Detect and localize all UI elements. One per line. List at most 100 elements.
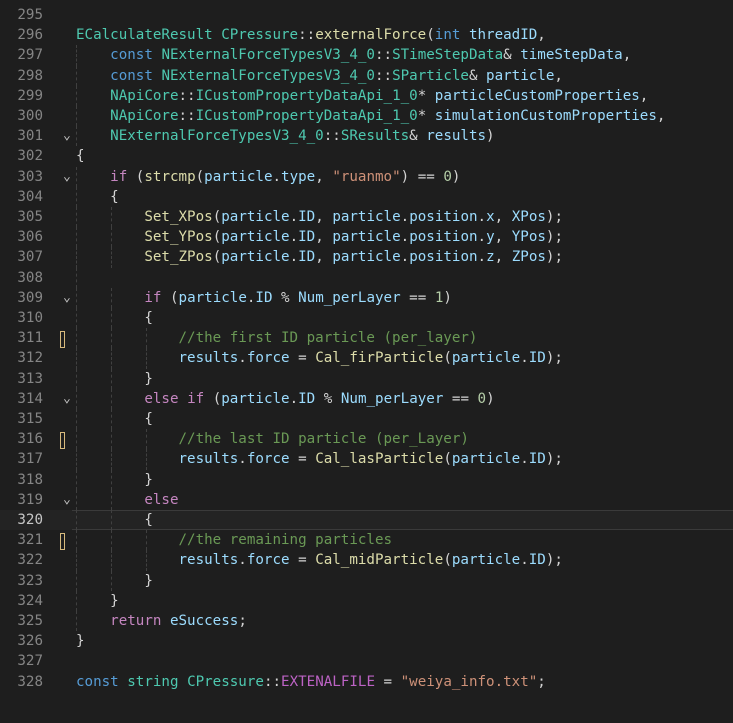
code-line[interactable]: 296 ECalculateResult CPressure::externalF…	[0, 25, 733, 45]
code-text[interactable]: NApiCore::ICustomPropertyDataApi_1_0* pa…	[76, 86, 648, 106]
code-text[interactable]: NApiCore::ICustomPropertyDataApi_1_0* si…	[76, 106, 665, 126]
code-token: NApiCore	[110, 87, 179, 104]
code-token: const	[76, 673, 119, 690]
code-line[interactable]: 316 //the last ID particle (per_Layer)	[0, 429, 733, 450]
chevron-down-icon[interactable]: ⌄	[63, 167, 71, 187]
code-line[interactable]: 326}	[0, 631, 733, 651]
code-line[interactable]: 297 const NExternalForceTypesV3_4_0::STi…	[0, 45, 733, 66]
chevron-down-icon[interactable]: ⌄	[63, 389, 71, 409]
code-line[interactable]: 305 Set_XPos(particle.ID, particle.posit…	[0, 207, 733, 228]
code-text[interactable]: Set_YPos(particle.ID, particle.position.…	[76, 227, 563, 247]
code-text[interactable]: if (strcmp(particle.type, "ruanmo") == 0…	[76, 167, 460, 187]
code-line[interactable]: 327	[0, 651, 733, 671]
code-text[interactable]: results.force = Cal_midParticle(particle…	[76, 550, 563, 570]
code-text[interactable]: const string CPressure::EXTENALFILE = "w…	[76, 672, 546, 692]
code-line[interactable]: 328 const string CPressure::EXTENALFILE =…	[0, 672, 733, 692]
code-text[interactable]: NExternalForceTypesV3_4_0::SResults& res…	[76, 126, 495, 146]
code-line[interactable]: 309 ⌄ if (particle.ID % Num_perLayer == 1…	[0, 287, 733, 308]
code-line[interactable]: 299 NApiCore::ICustomPropertyDataApi_1_0…	[0, 85, 733, 106]
code-token: 0	[477, 390, 487, 407]
modified-line-marker[interactable]	[60, 331, 65, 349]
modified-line-marker[interactable]	[60, 432, 65, 450]
code-text[interactable]: const NExternalForceTypesV3_4_0::SPartic…	[76, 66, 563, 86]
code-token: )	[486, 128, 495, 145]
code-text[interactable]: }	[76, 631, 85, 651]
code-line[interactable]: 311 //the first ID particle (per_layer)	[0, 328, 733, 349]
code-text[interactable]: results.force = Cal_firParticle(particle…	[76, 348, 563, 368]
code-text[interactable]: if (particle.ID % Num_perLayer == 1)	[76, 288, 452, 308]
code-line[interactable]: 312 results.force = Cal_firParticle(part…	[0, 348, 733, 369]
line-number: 308	[17, 269, 43, 286]
code-token: }	[76, 592, 119, 609]
code-text[interactable]: //the last ID particle (per_Layer)	[76, 429, 469, 449]
code-line[interactable]: 298 const NExternalForceTypesV3_4_0::SPa…	[0, 65, 733, 86]
code-line[interactable]: 323 }	[0, 570, 733, 591]
code-token: {	[76, 148, 85, 165]
code-token: particle	[332, 209, 401, 225]
code-editor[interactable]: 295 296 ECalculateResult CPressure::extern…	[0, 0, 733, 723]
code-line[interactable]: 322 results.force = Cal_midParticle(part…	[0, 550, 733, 571]
code-text[interactable]: const NExternalForceTypesV3_4_0::STimeSt…	[76, 45, 631, 65]
code-line[interactable]: 310 {	[0, 308, 733, 329]
code-text[interactable]: return eSuccess;	[76, 611, 247, 631]
code-line[interactable]: 314 ⌄ else if (particle.ID % Num_perLayer…	[0, 388, 733, 409]
code-text[interactable]: }	[76, 470, 153, 490]
code-token: //the first ID particle (per_layer)	[178, 330, 478, 347]
code-line[interactable]: 300 NApiCore::ICustomPropertyDataApi_1_0…	[0, 106, 733, 127]
modified-line-marker[interactable]	[60, 533, 65, 551]
code-line[interactable]: 302 {	[0, 146, 733, 166]
code-text[interactable]: Set_ZPos(particle.ID, particle.position.…	[76, 247, 563, 267]
code-line[interactable]: 317 results.force = Cal_lasParticle(part…	[0, 449, 733, 470]
code-token: %	[315, 390, 341, 407]
code-text[interactable]: {	[76, 510, 153, 530]
code-line[interactable]: 318 }	[0, 469, 733, 490]
code-line[interactable]: 320 {	[0, 510, 733, 531]
code-text[interactable]: {	[76, 409, 153, 429]
code-line[interactable]: 324 }	[0, 590, 733, 611]
code-line[interactable]: 306 Set_YPos(particle.ID, particle.posit…	[0, 227, 733, 248]
code-text[interactable]: else	[76, 490, 178, 510]
code-text[interactable]: }	[76, 369, 153, 389]
code-line[interactable]: 313 }	[0, 368, 733, 389]
code-text[interactable]: results.force = Cal_lasParticle(particle…	[76, 449, 563, 469]
code-line[interactable]: 301 ⌄ NExternalForceTypesV3_4_0::SResults…	[0, 126, 733, 147]
code-text[interactable]: Set_XPos(particle.ID, particle.position.…	[76, 207, 563, 227]
code-line[interactable]: 304 {	[0, 186, 733, 207]
code-token: (	[443, 350, 452, 367]
code-token: .	[520, 451, 529, 468]
code-token: ICustomPropertyDataApi_1_0	[195, 87, 418, 104]
code-text[interactable]: else if (particle.ID % Num_perLayer == 0…	[76, 389, 494, 409]
code-line[interactable]: 303 ⌄ if (strcmp(particle.type, "ruanmo")…	[0, 166, 733, 187]
code-line[interactable]: 308	[0, 267, 733, 288]
code-line[interactable]: 325 return eSuccess;	[0, 611, 733, 632]
code-line[interactable]: 295	[0, 5, 733, 25]
chevron-down-icon[interactable]: ⌄	[63, 288, 71, 308]
code-line[interactable]: 319 ⌄ else	[0, 489, 733, 510]
code-text[interactable]: }	[76, 571, 153, 591]
chevron-down-icon[interactable]: ⌄	[63, 490, 71, 510]
code-text[interactable]: ECalculateResult CPressure::externalForc…	[76, 25, 546, 45]
code-token: Cal_midParticle	[315, 552, 444, 569]
code-token: );	[545, 451, 563, 468]
code-line[interactable]: 315 {	[0, 409, 733, 430]
code-text[interactable]: {	[76, 146, 85, 166]
code-token: (	[426, 27, 435, 44]
code-token: (	[212, 209, 222, 225]
code-line[interactable]: 307 Set_ZPos(particle.ID, particle.posit…	[0, 247, 733, 268]
code-text[interactable]: //the first ID particle (per_layer)	[76, 328, 478, 348]
code-text[interactable]: }	[76, 591, 119, 611]
code-text[interactable]: {	[76, 308, 153, 328]
chevron-down-icon[interactable]: ⌄	[63, 126, 71, 146]
code-text[interactable]: //the remaining particles	[76, 530, 393, 550]
line-number: 321	[17, 532, 43, 549]
line-number: 328	[17, 673, 43, 690]
code-token: ICustomPropertyDataApi_1_0	[195, 108, 418, 124]
code-text[interactable]: {	[76, 187, 119, 207]
code-line[interactable]: 321 //the remaining particles	[0, 530, 733, 551]
